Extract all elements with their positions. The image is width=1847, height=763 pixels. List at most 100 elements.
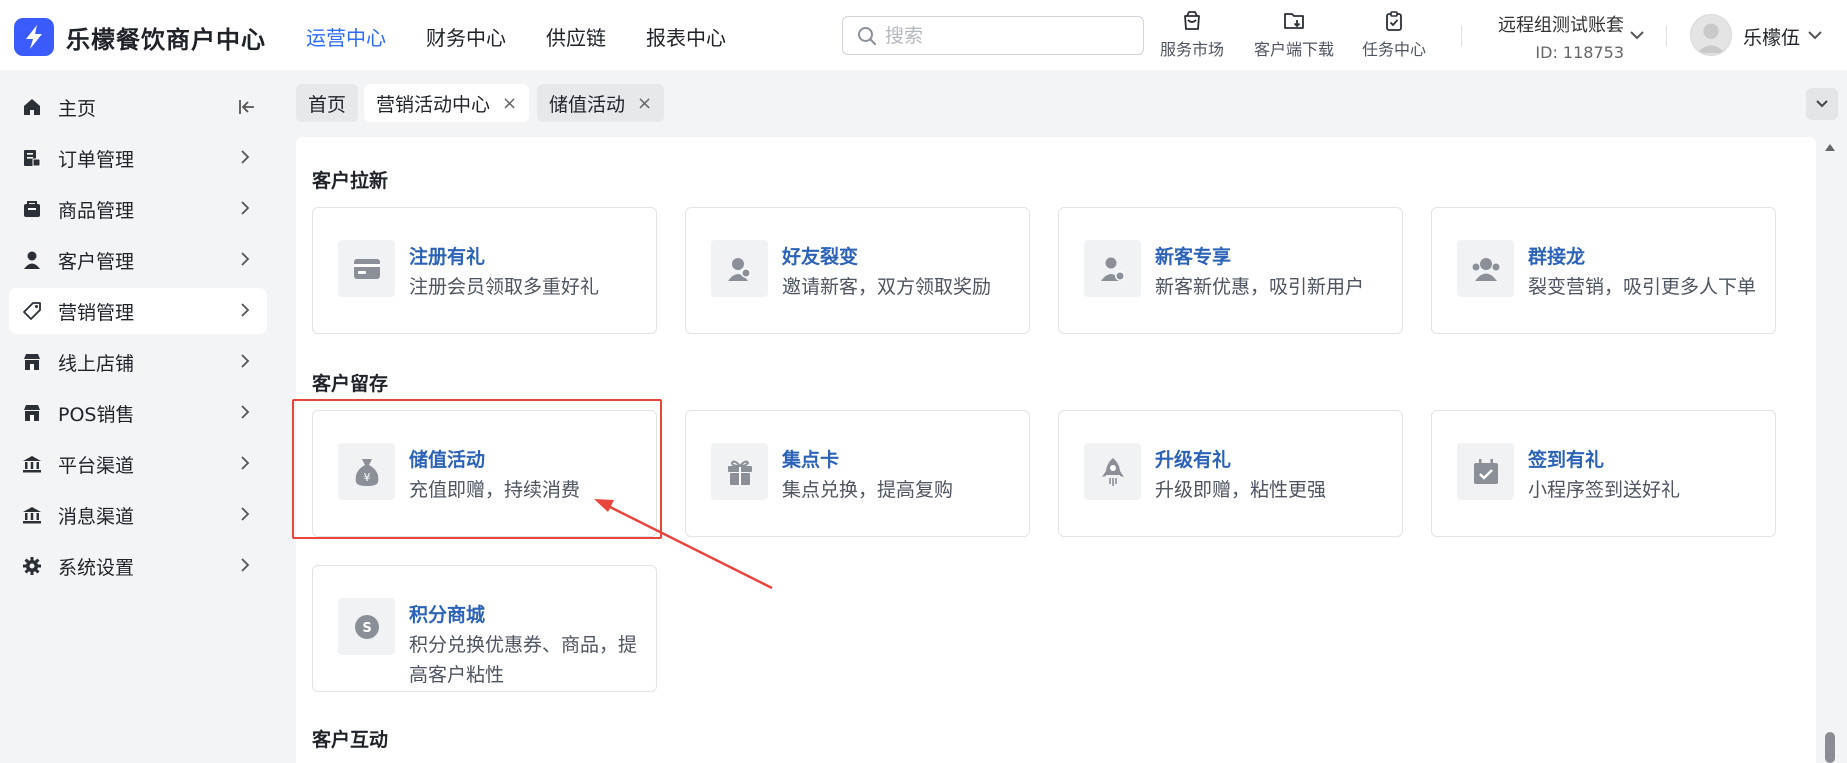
activity-card[interactable]: 新客专享 新客新优惠，吸引新用户 [1058, 207, 1403, 334]
activity-card[interactable]: 群接龙 裂变营销，吸引更多人下单 [1431, 207, 1776, 334]
section-title: 客户留存 [312, 373, 389, 395]
card-description: 注册会员领取多重好礼 [409, 276, 600, 298]
scrollbar-thumb[interactable] [1825, 732, 1835, 763]
chevron-right-icon [241, 201, 250, 215]
account-name: 远程组测试账套 [1498, 15, 1624, 36]
nav-operations[interactable]: 运营中心 [306, 22, 386, 51]
sidebar-item-goods[interactable]: 商品管理 [9, 186, 267, 232]
account-id: ID: 118753 [1535, 43, 1624, 62]
order-icon [21, 147, 43, 169]
card-title: 储值活动 [409, 449, 486, 471]
avatar[interactable] [1690, 14, 1732, 56]
sidebar-item-home[interactable]: 主页 [9, 84, 267, 130]
task-center-button[interactable]: 任务中心 [1362, 10, 1426, 60]
activity-card[interactable]: 升级有礼 升级即赠，粘性更强 [1058, 410, 1403, 537]
money-bag-icon: ¥ [338, 443, 395, 500]
sidebar-item-label: 客户管理 [58, 250, 135, 273]
sidebar-item-label: 订单管理 [58, 148, 135, 171]
activity-card[interactable]: 签到有礼 小程序签到送好礼 [1431, 410, 1776, 537]
chevron-down-icon[interactable] [1806, 26, 1824, 44]
scroll-up-icon[interactable] [1823, 141, 1837, 153]
service-market-label: 服务市场 [1160, 40, 1225, 59]
tab-stored-value[interactable]: 储值活动 × [537, 84, 665, 122]
card-description: 邀请新客，双方领取奖励 [782, 276, 992, 298]
user-avatar-icon [1696, 23, 1726, 54]
activity-card[interactable]: 集点卡 集点兑换，提高复购 [685, 410, 1030, 537]
sidebar-item-label: 营销管理 [58, 301, 135, 324]
top-header: 乐檬餐饮商户中心 运营中心 财务中心 供应链 报表中心 服务市场 客户端下载 [0, 0, 1847, 70]
sidebar-item-settings[interactable]: 系统设置 [9, 543, 267, 589]
tab-label: 营销活动中心 [376, 93, 491, 116]
card-icon [338, 240, 395, 297]
close-icon[interactable]: × [502, 93, 517, 114]
client-download-button[interactable]: 客户端下载 [1254, 10, 1334, 60]
account-switcher[interactable]: 远程组测试账套 ID: 118753 [1494, 11, 1624, 62]
gift-icon [711, 443, 768, 500]
nav-supply-chain[interactable]: 供应链 [546, 22, 606, 51]
section-title: 客户拉新 [312, 170, 389, 192]
activity-card[interactable]: 注册有礼 注册会员领取多重好礼 [312, 207, 657, 334]
clipboard-check-icon [1386, 11, 1402, 31]
client-download-label: 客户端下载 [1254, 40, 1335, 59]
sidebar-item-online-store[interactable]: 线上店铺 [9, 339, 267, 385]
divider [1666, 26, 1667, 46]
home-icon [21, 96, 43, 118]
sidebar-item-platform-channels[interactable]: 平台渠道 [9, 441, 267, 487]
activity-card[interactable]: S 积分商城 积分兑换优惠券、商品，提高客户粘性 [312, 565, 657, 692]
sidebar-item-customers[interactable]: 客户管理 [9, 237, 267, 283]
chevron-right-icon [241, 456, 250, 470]
sidebar-item-label: 主页 [58, 97, 97, 120]
sidebar-item-marketing[interactable]: 营销管理 [9, 288, 267, 334]
chevron-right-icon [241, 558, 250, 572]
sidebar-item-label: 平台渠道 [58, 454, 135, 477]
chevron-down-icon [1816, 100, 1828, 108]
section-title: 客户互动 [312, 729, 389, 751]
svg-text:S: S [362, 621, 371, 636]
collapse-sidebar-icon[interactable] [237, 98, 257, 116]
search-icon [858, 26, 876, 45]
card-title: 注册有礼 [409, 246, 486, 268]
brand-logo[interactable] [14, 18, 54, 56]
search-input[interactable] [885, 24, 1125, 47]
card-description: 集点兑换，提高复购 [782, 479, 954, 501]
tab-home[interactable]: 首页 [296, 84, 359, 122]
sidebar-item-orders[interactable]: 订单管理 [9, 135, 267, 181]
calendar-check-icon [1457, 443, 1514, 500]
activity-card-stored-value[interactable]: ¥ 储值活动 充值即赠，持续消费 [312, 410, 657, 537]
tabs-menu-button[interactable] [1806, 88, 1838, 120]
chevron-right-icon [241, 507, 250, 521]
card-description: 新客新优惠，吸引新用户 [1155, 276, 1365, 298]
card-description: 升级即赠，粘性更强 [1155, 479, 1327, 501]
shop-bag-icon [1184, 11, 1200, 30]
card-title: 签到有礼 [1528, 449, 1605, 471]
bank-icon [21, 504, 43, 526]
chevron-right-icon [241, 150, 250, 164]
nav-finance[interactable]: 财务中心 [426, 22, 506, 51]
service-market-button[interactable]: 服务市场 [1160, 10, 1224, 60]
main-content: 客户拉新 注册有礼 注册会员领取多重好礼 好友裂变 邀请新客，双方领取奖励 新客… [296, 137, 1816, 763]
points-icon: S [338, 598, 395, 655]
sidebar-item-message-channels[interactable]: 消息渠道 [9, 492, 267, 538]
sidebar-item-pos[interactable]: POS销售 [9, 390, 267, 436]
close-icon[interactable]: × [637, 93, 652, 114]
gear-icon [21, 555, 43, 577]
tab-marketing-center[interactable]: 营销活动中心 × [364, 84, 530, 122]
group-icon [1457, 240, 1514, 297]
sidebar: 主页 订单管理 商品管理 客户管理 营销管理 线上店铺 POS销售 平台渠道 消… [0, 70, 278, 763]
scrollbar[interactable] [1822, 137, 1838, 763]
user-name[interactable]: 乐檬伍 [1743, 23, 1800, 50]
card-title: 好友裂变 [782, 246, 859, 268]
search-box[interactable] [842, 16, 1144, 55]
divider [1461, 26, 1462, 46]
sidebar-item-label: 商品管理 [58, 199, 135, 222]
chevron-right-icon [241, 303, 250, 317]
card-title: 新客专享 [1155, 246, 1232, 268]
card-description: 小程序签到送好礼 [1528, 479, 1681, 501]
folder-download-icon [1284, 13, 1304, 29]
lightning-icon [26, 25, 42, 49]
sidebar-item-label: 线上店铺 [58, 352, 135, 375]
nav-reports[interactable]: 报表中心 [646, 22, 726, 51]
chevron-down-icon[interactable] [1628, 26, 1646, 44]
card-description: 裂变营销，吸引更多人下单 [1528, 276, 1757, 298]
activity-card[interactable]: 好友裂变 邀请新客，双方领取奖励 [685, 207, 1030, 334]
